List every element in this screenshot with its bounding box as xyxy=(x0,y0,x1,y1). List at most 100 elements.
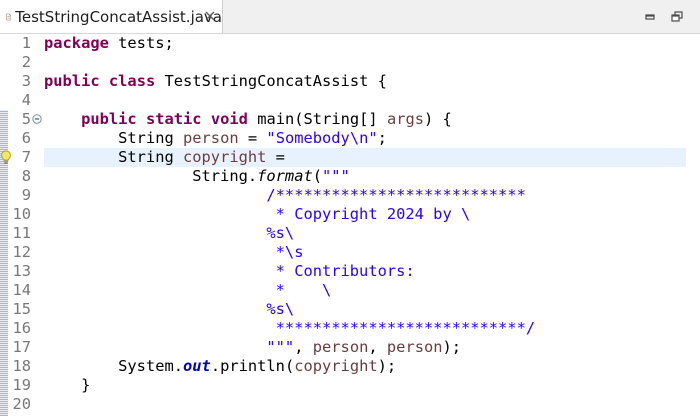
code-token: , xyxy=(368,338,387,356)
code-text: public static void main(String[] args) { xyxy=(44,110,452,129)
code-token: } xyxy=(44,376,91,394)
code-line[interactable]: 13 * Contributors: xyxy=(0,262,700,281)
editor-tab[interactable]: TestStringConcatAssist.java xyxy=(0,0,223,33)
code-token: public xyxy=(44,72,100,90)
line-number: 3 xyxy=(21,72,31,90)
code-token: "Somebody\n" xyxy=(266,129,378,147)
code-line[interactable]: 5 public static void main(String[] args)… xyxy=(0,110,700,129)
code-token: void xyxy=(210,110,248,128)
code-text: *\s xyxy=(44,243,304,262)
code-text: %s\ xyxy=(44,300,294,319)
code-token: copyright xyxy=(294,357,378,375)
line-number: 6 xyxy=(21,129,31,147)
code-token: ***************************/ xyxy=(266,319,536,337)
code-text: String.format(""" xyxy=(44,167,350,186)
code-token: .println( xyxy=(210,357,295,375)
code-token: TestStringConcatAssist { xyxy=(155,72,387,90)
line-number: 18 xyxy=(12,357,31,375)
line-number: 5 xyxy=(21,110,31,128)
code-text: package tests; xyxy=(44,34,174,53)
code-token: """ xyxy=(322,167,350,185)
code-token: copyright xyxy=(183,148,267,166)
code-line[interactable]: 7 String copyright = xyxy=(0,148,686,167)
code-line[interactable]: 11 %s\ xyxy=(0,224,700,243)
lightbulb-icon[interactable] xyxy=(0,150,12,165)
code-token: ); xyxy=(377,357,397,375)
code-token: main(String[] xyxy=(247,110,387,128)
code-token: * Contributors: xyxy=(266,262,415,280)
code-line[interactable]: 1 package tests; xyxy=(0,34,700,53)
line-number: 2 xyxy=(21,53,31,71)
code-token: = xyxy=(238,129,267,147)
code-text: String copyright = xyxy=(44,148,285,167)
code-token: *\s xyxy=(266,243,304,261)
maximize-icon[interactable] xyxy=(670,10,684,24)
code-line[interactable]: 20 xyxy=(0,395,700,414)
code-text: String person = "Somebody\n"; xyxy=(44,129,387,148)
code-token: ( xyxy=(312,167,323,185)
code-token: ; xyxy=(377,129,387,147)
line-number: 19 xyxy=(12,376,31,394)
code-line[interactable]: 14 * \ xyxy=(0,281,700,300)
code-token: String xyxy=(44,148,183,166)
code-token: """ xyxy=(266,338,295,356)
code-token: %s\ xyxy=(266,300,295,318)
code-line[interactable]: 15 %s\ xyxy=(0,300,700,319)
code-line[interactable]: 12 *\s xyxy=(0,243,700,262)
code-line[interactable]: 17 """, person, person); xyxy=(0,338,700,357)
code-token: class xyxy=(108,72,156,90)
code-line[interactable]: 18 System.out.println(copyright); xyxy=(0,357,700,376)
code-text: System.out.println(copyright); xyxy=(44,357,396,376)
code-text: %s\ xyxy=(44,224,294,243)
code-line[interactable]: 8 String.format(""" xyxy=(0,167,700,186)
code-token: out xyxy=(183,357,211,375)
code-token: String xyxy=(44,129,183,147)
editor-tab-bar: TestStringConcatAssist.java xyxy=(0,0,700,34)
line-number: 11 xyxy=(12,224,31,242)
code-token: = xyxy=(266,148,285,166)
code-token: * \ xyxy=(266,281,332,299)
code-line[interactable]: 10 * Copyright 2024 by \ xyxy=(0,205,700,224)
code-token: ); xyxy=(442,338,462,356)
tab-title: TestStringConcatAssist.java xyxy=(15,7,222,26)
line-number: 14 xyxy=(12,281,31,299)
line-number: 4 xyxy=(21,91,31,109)
code-token: package xyxy=(44,34,109,52)
line-number: 17 xyxy=(12,338,31,356)
code-line[interactable]: 6 String person = "Somebody\n"; xyxy=(0,129,700,148)
code-line[interactable]: 19 } xyxy=(0,376,700,395)
code-line[interactable]: 3 public class TestStringConcatAssist { xyxy=(0,72,700,91)
code-line[interactable]: 2 xyxy=(0,53,700,72)
code-token: public xyxy=(81,110,137,128)
line-number: 8 xyxy=(21,167,31,185)
code-text: """, person, person); xyxy=(44,338,461,357)
code-text: ***************************/ xyxy=(44,319,535,338)
minimize-icon[interactable] xyxy=(643,10,657,24)
code-token: person xyxy=(312,338,369,356)
code-text: * \ xyxy=(44,281,332,300)
code-text: } xyxy=(44,376,90,395)
close-icon[interactable] xyxy=(204,10,216,22)
code-editor[interactable]: 1 package tests; 2 3 public class TestString… xyxy=(0,34,700,416)
fold-collapse-icon[interactable] xyxy=(32,114,42,124)
code-line[interactable]: 9 /*************************** xyxy=(0,186,700,205)
line-number: 15 xyxy=(12,300,31,318)
code-line[interactable]: 16 ***************************/ xyxy=(0,319,700,338)
code-text: /*************************** xyxy=(44,186,526,205)
code-token: * Copyright 2024 by \ xyxy=(266,205,471,223)
code-token: static xyxy=(145,110,202,128)
code-text: * Contributors: xyxy=(44,262,415,281)
line-number: 9 xyxy=(21,186,31,204)
code-line[interactable]: 4 xyxy=(0,91,700,110)
line-number: 13 xyxy=(12,262,31,280)
code-token: /*************************** xyxy=(266,186,526,204)
code-text: public class TestStringConcatAssist { xyxy=(44,72,387,91)
